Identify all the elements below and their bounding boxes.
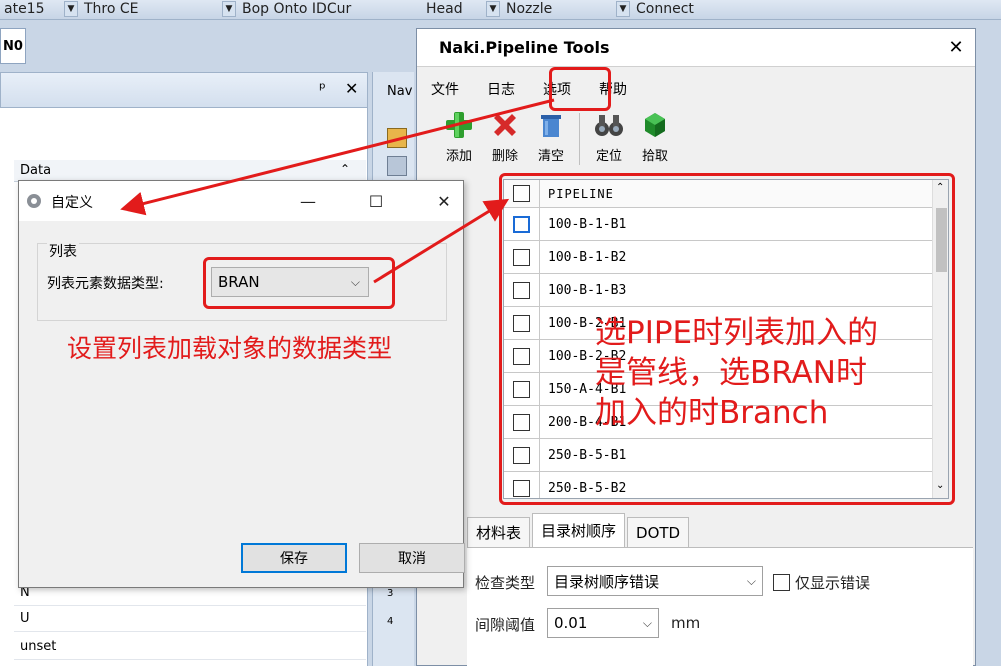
arrow-type-to-list	[373, 198, 510, 284]
annotation-arrows	[120, 98, 555, 284]
arrow-options-to-dialog	[120, 98, 555, 216]
